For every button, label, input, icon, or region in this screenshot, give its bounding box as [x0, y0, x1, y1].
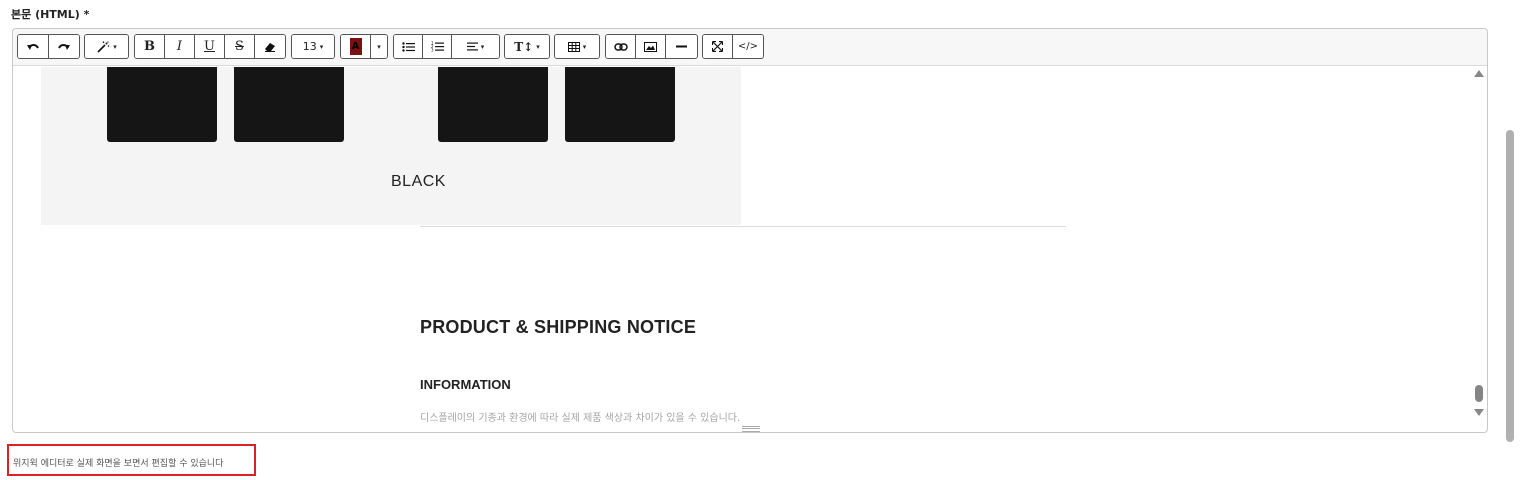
caret-icon: ▾	[582, 42, 587, 51]
link-icon	[613, 42, 628, 51]
insert-link-button[interactable]	[606, 35, 636, 58]
jacket-piece	[565, 67, 675, 142]
undo-icon	[26, 43, 39, 50]
hint-text: 위지윅 에디터로 실제 화면을 보면서 편집할 수 있습니다	[13, 459, 224, 469]
font-style-group: B I U S	[134, 34, 286, 59]
editor-content[interactable]: BLACK PRODUCT & SHIPPING NOTICE INFORMAT…	[14, 67, 1472, 429]
ordered-list-button[interactable]: 123	[423, 35, 452, 58]
notice-title: PRODUCT & SHIPPING NOTICE	[420, 317, 697, 337]
align-dropdown[interactable]: ▾	[452, 35, 499, 58]
code-view-button[interactable]: </>	[733, 35, 763, 58]
picture-icon	[644, 41, 657, 52]
style-group: ▾	[84, 34, 129, 59]
page-scrollbar[interactable]	[1504, 0, 1517, 480]
table-icon	[567, 41, 580, 52]
table-dropdown[interactable]: ▾	[555, 35, 599, 58]
code-view-icon: </>	[737, 41, 759, 52]
jacket-piece	[438, 67, 548, 142]
editor-scrollbar[interactable]	[1471, 67, 1487, 419]
fullscreen-icon	[712, 41, 723, 52]
font-size-value: 13	[302, 40, 317, 53]
text-height-icon: T↕	[514, 39, 534, 54]
jacket-piece	[107, 67, 217, 142]
page-scroll-thumb[interactable]	[1506, 130, 1514, 442]
image-caption: BLACK	[391, 173, 446, 190]
caret-icon: ▾	[319, 42, 324, 51]
strikethrough-button[interactable]: S	[225, 35, 255, 58]
unordered-list-icon	[401, 41, 415, 52]
paragraph-group: 123 ▾	[393, 34, 500, 59]
history-group	[17, 34, 80, 59]
bold-button[interactable]: B	[135, 35, 165, 58]
view-group: </>	[702, 34, 764, 59]
text-color-button[interactable]: A	[341, 35, 371, 58]
jacket-piece	[234, 67, 344, 142]
height-group: T↕ ▾	[504, 34, 550, 59]
horizontal-rule-icon	[675, 45, 687, 48]
align-icon	[466, 42, 478, 51]
editor-toolbar: ▾ B I U S 13 ▾ A ▾ 1 2 3 ▾ T↕ ▾ ▾ </>	[13, 29, 1487, 66]
font-size-group: 13 ▾	[291, 34, 335, 59]
color-swatch: A	[349, 38, 362, 55]
undo-button[interactable]	[18, 35, 49, 58]
caret-icon: ▾	[536, 42, 540, 51]
fullscreen-button[interactable]	[703, 35, 733, 58]
editor-scroll-thumb[interactable]	[1475, 385, 1483, 402]
info-title: INFORMATION	[420, 377, 511, 392]
html-editor: ▾ B I U S 13 ▾ A ▾ 1 2 3 ▾ T↕ ▾ ▾ </> BL…	[12, 28, 1488, 433]
table-group: ▾	[554, 34, 600, 59]
caret-icon: ▾	[377, 42, 381, 51]
caret-icon: ▾	[480, 42, 485, 51]
unordered-list-button[interactable]	[394, 35, 423, 58]
redo-icon	[57, 43, 70, 50]
clear-format-button[interactable]	[255, 35, 285, 58]
field-label: 본문 (HTML) *	[11, 8, 90, 21]
caret-icon: ▾	[113, 42, 117, 51]
scroll-up-icon[interactable]	[1474, 70, 1484, 77]
color-group: A ▾	[340, 34, 388, 59]
scroll-down-icon[interactable]	[1474, 409, 1484, 416]
italic-button[interactable]: I	[165, 35, 195, 58]
resize-handle[interactable]	[742, 426, 760, 432]
color-dropdown[interactable]: ▾	[371, 35, 387, 58]
product-image: BLACK	[41, 67, 741, 225]
ordered-list-icon: 123	[431, 41, 444, 52]
line-height-dropdown[interactable]: T↕ ▾	[505, 35, 549, 58]
style-dropdown[interactable]: ▾	[85, 35, 128, 58]
insert-group	[605, 34, 698, 59]
font-size-dropdown[interactable]: 13 ▾	[292, 35, 334, 58]
svg-text:3: 3	[431, 48, 434, 53]
info-text: 디스플레이의 기종과 환경에 따라 실제 제품 색상과 차이가 있을 수 있습니…	[420, 413, 741, 424]
eraser-icon	[265, 43, 275, 52]
divider	[420, 226, 1066, 227]
magic-wand-icon	[97, 40, 110, 53]
insert-hr-button[interactable]	[666, 35, 696, 58]
insert-picture-button[interactable]	[636, 35, 666, 58]
underline-button[interactable]: U	[195, 35, 225, 58]
redo-button[interactable]	[48, 35, 79, 58]
hint-box: 위지윅 에디터로 실제 화면을 보면서 편집할 수 있습니다	[7, 444, 256, 476]
